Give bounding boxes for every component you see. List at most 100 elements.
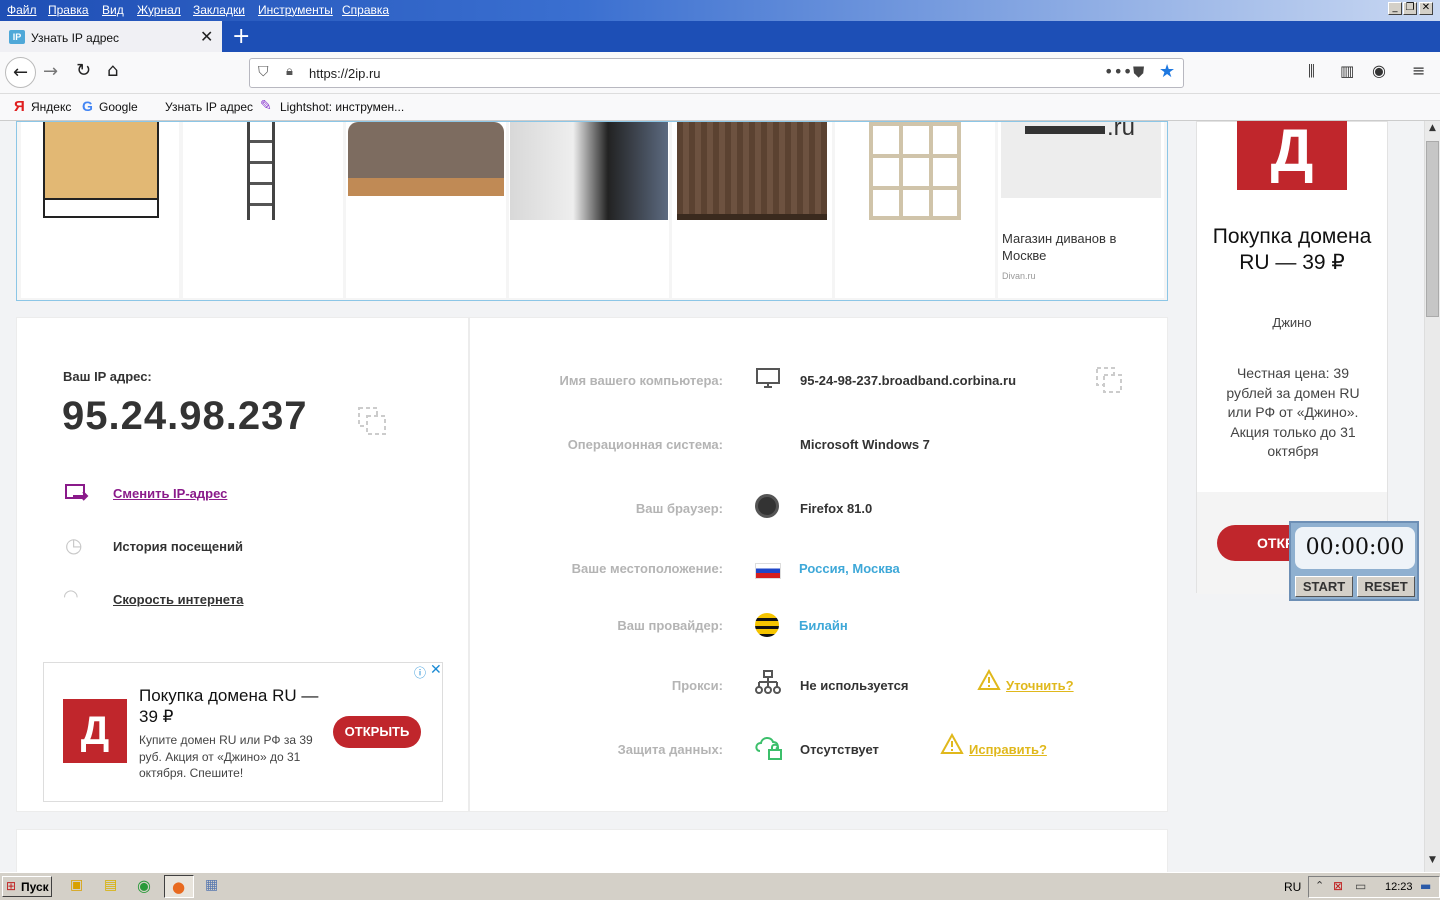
bookmark-google[interactable]: Google	[99, 100, 138, 114]
pocket-icon[interactable]: ⛊	[1133, 63, 1144, 81]
ad-left-title[interactable]: Покупка домена RU — 39 ₽	[139, 685, 319, 727]
tray-display-icon[interactable]: ▭	[1355, 879, 1366, 893]
media-player-icon[interactable]: ▣	[70, 877, 83, 893]
row-hostname-label: Имя вашего компьютера:	[559, 373, 723, 388]
ad-left-open-button[interactable]: ОТКРЫТЬ	[333, 716, 421, 748]
windows-logo-icon: ⊞	[6, 879, 17, 893]
firefox-taskbar-icon: ●	[172, 878, 186, 896]
bookmark-lightshot[interactable]: Lightshot: инструмен...	[280, 100, 404, 114]
row-provider-value[interactable]: Билайн	[799, 618, 848, 633]
bookmark-yandex[interactable]: Яндекс	[31, 100, 71, 114]
firefox-taskbar-button[interactable]: ●	[164, 875, 194, 898]
stopwatch-start-button[interactable]: START	[1295, 576, 1353, 597]
bookmark-2ip[interactable]: Узнать IP адрес	[165, 100, 253, 114]
warning-icon	[940, 733, 964, 754]
ip-value[interactable]: 95.24.98.237	[62, 394, 308, 439]
scroll-thumb[interactable]	[1426, 141, 1439, 317]
menu-tools[interactable]: Инструменты	[258, 3, 333, 17]
menu-bookmarks[interactable]: Закладки	[193, 3, 245, 17]
ad-left-text: Купите домен RU или РФ за 39 руб. Акция …	[139, 733, 313, 780]
menu-help[interactable]: Справка	[342, 3, 389, 17]
dresser-image	[43, 122, 159, 200]
copy-hostname-icon[interactable]	[1095, 366, 1123, 394]
url-bar[interactable]: ⛉ 🔒︎ https://2ip.ru ••• ⛊ ★	[249, 58, 1184, 88]
back-button[interactable]: ←	[5, 57, 36, 88]
forward-button[interactable]: →	[43, 61, 58, 82]
language-indicator[interactable]: RU	[1284, 880, 1301, 894]
account-icon[interactable]: ◉	[1372, 61, 1386, 80]
dresser-legs	[43, 200, 159, 218]
divan-caption[interactable]: Магазин диванов в Москве	[1002, 230, 1152, 264]
product-chest[interactable]	[672, 122, 832, 298]
ad-right-logo: Д	[1237, 121, 1347, 190]
page-scrollbar[interactable]: ▲ ▼	[1424, 121, 1440, 872]
row-location-value[interactable]: Россия, Москва	[799, 561, 900, 576]
tray-expand-icon[interactable]: ⌃	[1315, 879, 1324, 892]
product-rack[interactable]	[835, 122, 995, 298]
reload-button[interactable]: ↻	[76, 60, 91, 81]
google-icon: G	[82, 98, 93, 114]
menu-view[interactable]: Вид	[102, 3, 124, 17]
explorer-icon[interactable]: ▤	[104, 877, 117, 893]
product-divan[interactable]: .ru Магазин диванов в Москве Divan.ru	[998, 121, 1164, 298]
divan-logo-text: .ru	[1107, 121, 1136, 141]
chrome-icon[interactable]: ◉	[137, 876, 151, 895]
restore-button[interactable]: ❐	[1403, 2, 1417, 15]
change-ip-link[interactable]: Сменить IP-адрес	[113, 486, 227, 501]
home-button[interactable]: ⌂	[107, 60, 118, 81]
copy-ip-icon[interactable]	[357, 406, 387, 436]
menu-file[interactable]: Файл	[7, 3, 37, 17]
ad-close-icon[interactable]: ✕	[430, 662, 442, 678]
sidebar-icon[interactable]: ▥	[1340, 62, 1354, 80]
page-viewport: .ru Магазин диванов в Москве Divan.ru Ва…	[0, 121, 1424, 872]
start-label: Пуск	[21, 880, 49, 894]
next-section-card	[16, 829, 1168, 872]
product-sofa[interactable]	[346, 122, 506, 298]
stopwatch-widget[interactable]: 00:00:00 START RESET	[1289, 521, 1419, 601]
tracking-shield-icon[interactable]: ⛉	[258, 64, 269, 80]
product-wardrobe[interactable]	[509, 122, 669, 298]
notepad-icon[interactable]: ▦	[205, 877, 218, 893]
url-text[interactable]: https://2ip.ru	[309, 66, 381, 81]
taskbar: ⊞ Пуск ▣ ▤ ◉ ● ▦ RU ⌃ ⊠ ▭ 12:23 ▬	[0, 872, 1440, 900]
library-icon[interactable]: ⫼	[1308, 62, 1315, 80]
product-dresser[interactable]	[21, 122, 179, 298]
tab-close-icon[interactable]: ✕	[200, 27, 213, 46]
divan-domain[interactable]: Divan.ru	[1002, 271, 1036, 281]
app-menu-icon[interactable]: ≡	[1412, 61, 1425, 80]
tray-network-icon[interactable]: ⊠	[1333, 879, 1343, 893]
history-link[interactable]: История посещений	[113, 539, 243, 554]
change-ip-icon	[65, 484, 89, 501]
scroll-down-icon[interactable]: ▼	[1426, 855, 1439, 869]
monitor-icon	[756, 368, 780, 388]
ip-label: Ваш IP адрес:	[63, 369, 152, 384]
minimize-button[interactable]: _	[1388, 2, 1402, 15]
start-button[interactable]: ⊞ Пуск	[2, 876, 52, 897]
tab-title: Узнать IP адрес	[31, 31, 120, 45]
product-shelf[interactable]	[183, 122, 343, 298]
bookmark-star-icon[interactable]: ★	[1159, 61, 1175, 82]
chest-image	[677, 122, 827, 220]
row-proxy-action[interactable]: Уточнить?	[1006, 678, 1074, 693]
scroll-up-icon[interactable]: ▲	[1426, 123, 1439, 137]
row-os-label: Операционная система:	[567, 437, 723, 452]
show-desktop-icon[interactable]: ▬	[1420, 879, 1431, 893]
close-window-button[interactable]: ✕	[1419, 2, 1433, 15]
speed-link[interactable]: Скорость интернета	[113, 592, 243, 607]
row-hostname-value[interactable]: 95-24-98-237.broadband.corbina.ru	[800, 373, 1016, 388]
row-security-action[interactable]: Исправить?	[969, 742, 1047, 757]
domain-ad-left[interactable]: ⓘ ✕ Д Покупка домена RU — 39 ₽ Купите до…	[43, 662, 443, 802]
network-icon	[755, 670, 781, 694]
warning-icon	[977, 669, 1001, 690]
ad-info-icon[interactable]: ⓘ	[414, 664, 426, 681]
ad-right-title[interactable]: Покупка домена RU — 39 ₽	[1207, 224, 1377, 275]
menu-edit[interactable]: Правка	[48, 3, 89, 17]
new-tab-button[interactable]: +	[232, 24, 250, 49]
lock-icon[interactable]: 🔒︎	[286, 64, 293, 79]
clock[interactable]: 12:23	[1385, 881, 1413, 893]
page-actions-icon[interactable]: •••	[1104, 62, 1132, 81]
menu-history[interactable]: Журнал	[137, 3, 181, 17]
product-ad-strip[interactable]: .ru Магазин диванов в Москве Divan.ru	[16, 121, 1168, 301]
stopwatch-reset-button[interactable]: RESET	[1357, 576, 1415, 597]
tab-active[interactable]: IP Узнать IP адрес ✕	[0, 21, 222, 52]
